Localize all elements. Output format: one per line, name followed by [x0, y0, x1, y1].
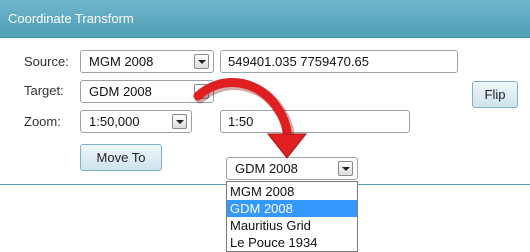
callout-arrow-icon: [193, 78, 308, 159]
